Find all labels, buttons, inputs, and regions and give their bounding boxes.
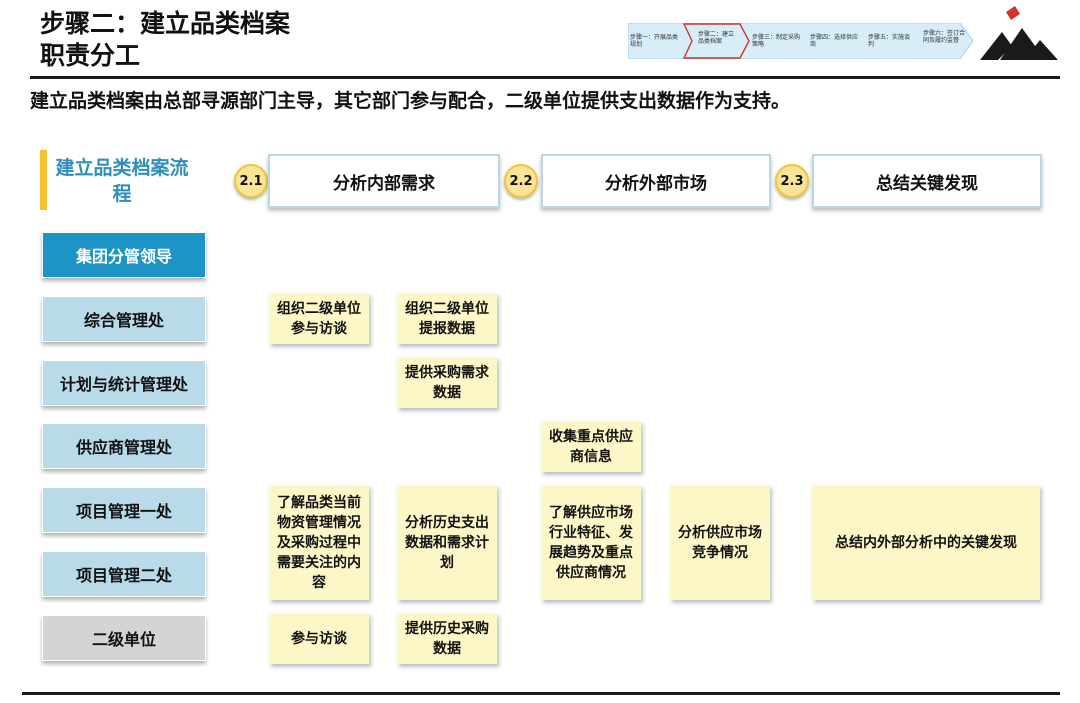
- task-summarize-findings: 总结内外部分析中的关键发现: [812, 485, 1040, 600]
- phase-3-badge: 2.3: [775, 164, 809, 198]
- step-6: 步骤六：签订合同及履约监督: [923, 30, 966, 44]
- task-analyze-competition: 分析供应市场竞争情况: [670, 485, 770, 600]
- phase-2-box: 分析外部市场: [541, 154, 771, 208]
- phase-2-badge: 2.2: [504, 164, 538, 198]
- task-understand-category: 了解品类当前物资管理情况及采购过程中需要关注的内容: [269, 485, 369, 600]
- steps-nav: 步骤一：开展品类规划 步骤二：建立品类档案 步骤三：制定采购策略 步骤四：选择供…: [627, 22, 974, 60]
- step-3: 步骤三：制定采购策略: [752, 34, 801, 48]
- title-line-1: 步骤二：建立品类档案: [40, 9, 291, 38]
- task-provide-demand-data: 提供采购需求数据: [397, 357, 497, 408]
- task-understand-market: 了解供应市场行业特征、发展趋势及重点供应商情况: [541, 485, 641, 600]
- phase-1-badge: 2.1: [234, 164, 268, 198]
- header-rule: [30, 76, 1060, 79]
- flow-title-marker: [40, 150, 47, 210]
- phase-1-box: 分析内部需求: [268, 154, 500, 208]
- task-provide-historical-data: 提供历史采购数据: [397, 613, 497, 664]
- page-title: 步骤二：建立品类档案 职责分工: [40, 8, 290, 72]
- role-project-management-1: 项目管理一处: [42, 487, 206, 533]
- task-analyze-spend: 分析历史支出数据和需求计划: [397, 485, 497, 600]
- role-supplier-management: 供应商管理处: [42, 423, 206, 469]
- step-5: 步骤五：实施谈判: [868, 34, 911, 48]
- flow-title: 建立品类档案流程: [55, 157, 189, 205]
- step-1: 步骤一：开展品类规划: [630, 34, 679, 48]
- footer-rule: [22, 692, 1060, 695]
- company-logo: [980, 6, 1058, 60]
- step-4: 步骤四：选择供应商: [810, 34, 859, 48]
- role-project-management-2: 项目管理二处: [42, 551, 206, 597]
- step-2: 步骤二：建立品类档案: [698, 31, 735, 45]
- task-participate-interviews: 参与访谈: [269, 613, 369, 664]
- title-line-2: 职责分工: [40, 41, 141, 70]
- role-secondary-units: 二级单位: [42, 615, 206, 661]
- role-general-management: 综合管理处: [42, 296, 206, 342]
- task-collect-supplier-info: 收集重点供应商信息: [541, 421, 641, 472]
- task-organize-data-submission: 组织二级单位提报数据: [397, 293, 497, 344]
- phase-3-box: 总结关键发现: [812, 154, 1042, 208]
- task-organize-interviews: 组织二级单位参与访谈: [269, 293, 369, 344]
- role-planning-statistics: 计划与统计管理处: [42, 360, 206, 406]
- role-group-leader: 集团分管领导: [42, 232, 206, 278]
- subtitle: 建立品类档案由总部寻源部门主导，其它部门参与配合，二级单位提供支出数据作为支持。: [30, 90, 791, 112]
